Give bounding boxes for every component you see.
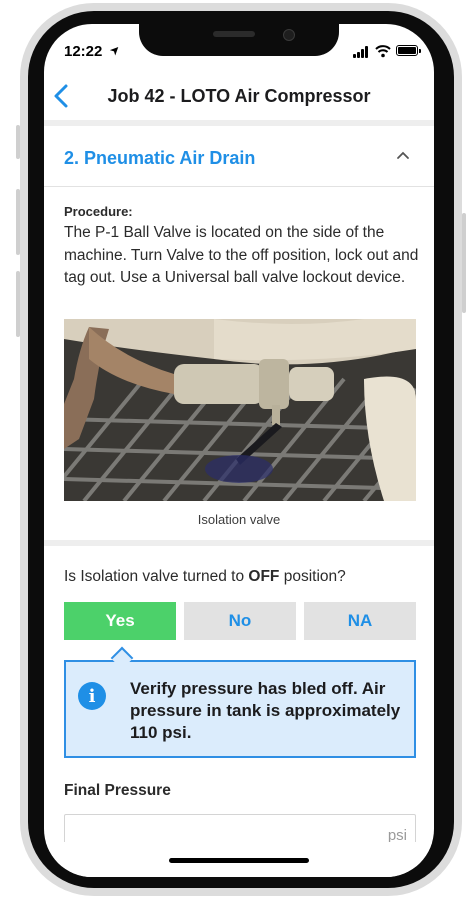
speaker-grille	[213, 31, 255, 37]
silent-switch	[16, 125, 20, 159]
callout-text: Verify pressure has bled off. Air pressu…	[130, 679, 401, 742]
status-bar: 12:22 ➤	[44, 24, 434, 70]
app-screen: 12:22 ➤ Job 42 - LOTO Air Compressor 2. …	[44, 24, 434, 877]
section-title: 2. Pneumatic Air Drain	[64, 148, 256, 168]
isolation-valve-photo[interactable]	[64, 319, 416, 501]
notch	[139, 24, 339, 56]
photo-separator	[44, 540, 434, 546]
section-header[interactable]: 2. Pneumatic Air Drain	[44, 126, 434, 186]
wifi-icon	[375, 45, 391, 58]
question-text: Is Isolation valve turned to OFF positio…	[64, 568, 346, 586]
cellular-signal-icon	[353, 46, 371, 58]
status-time: 12:22	[64, 43, 103, 60]
question-prefix: Is Isolation valve turned to	[64, 568, 249, 585]
final-pressure-label: Final Pressure	[64, 782, 171, 799]
home-indicator[interactable]	[169, 858, 309, 863]
volume-down-button	[16, 271, 20, 337]
procedure-label: Procedure:	[64, 204, 133, 219]
info-icon: i	[78, 682, 106, 710]
procedure-text: The P-1 Ball Valve is located on the sid…	[64, 224, 419, 286]
front-camera	[283, 29, 295, 41]
yes-button[interactable]: Yes	[64, 602, 176, 640]
power-button	[462, 213, 466, 313]
battery-icon	[396, 45, 418, 56]
question-suffix: position?	[279, 568, 346, 585]
battery-tip	[419, 49, 421, 53]
location-arrow-icon: ➤	[106, 41, 124, 59]
navigation-bar: Job 42 - LOTO Air Compressor	[44, 74, 434, 120]
volume-up-button	[16, 189, 20, 255]
photo-caption: Isolation valve	[197, 512, 281, 527]
section-divider	[44, 186, 434, 187]
chevron-up-icon[interactable]	[396, 150, 410, 160]
na-button[interactable]: NA	[304, 602, 416, 640]
no-button[interactable]: No	[184, 602, 296, 640]
question-emphasis: OFF	[248, 568, 280, 585]
page-title: Job 42 - LOTO Air Compressor	[107, 86, 371, 106]
